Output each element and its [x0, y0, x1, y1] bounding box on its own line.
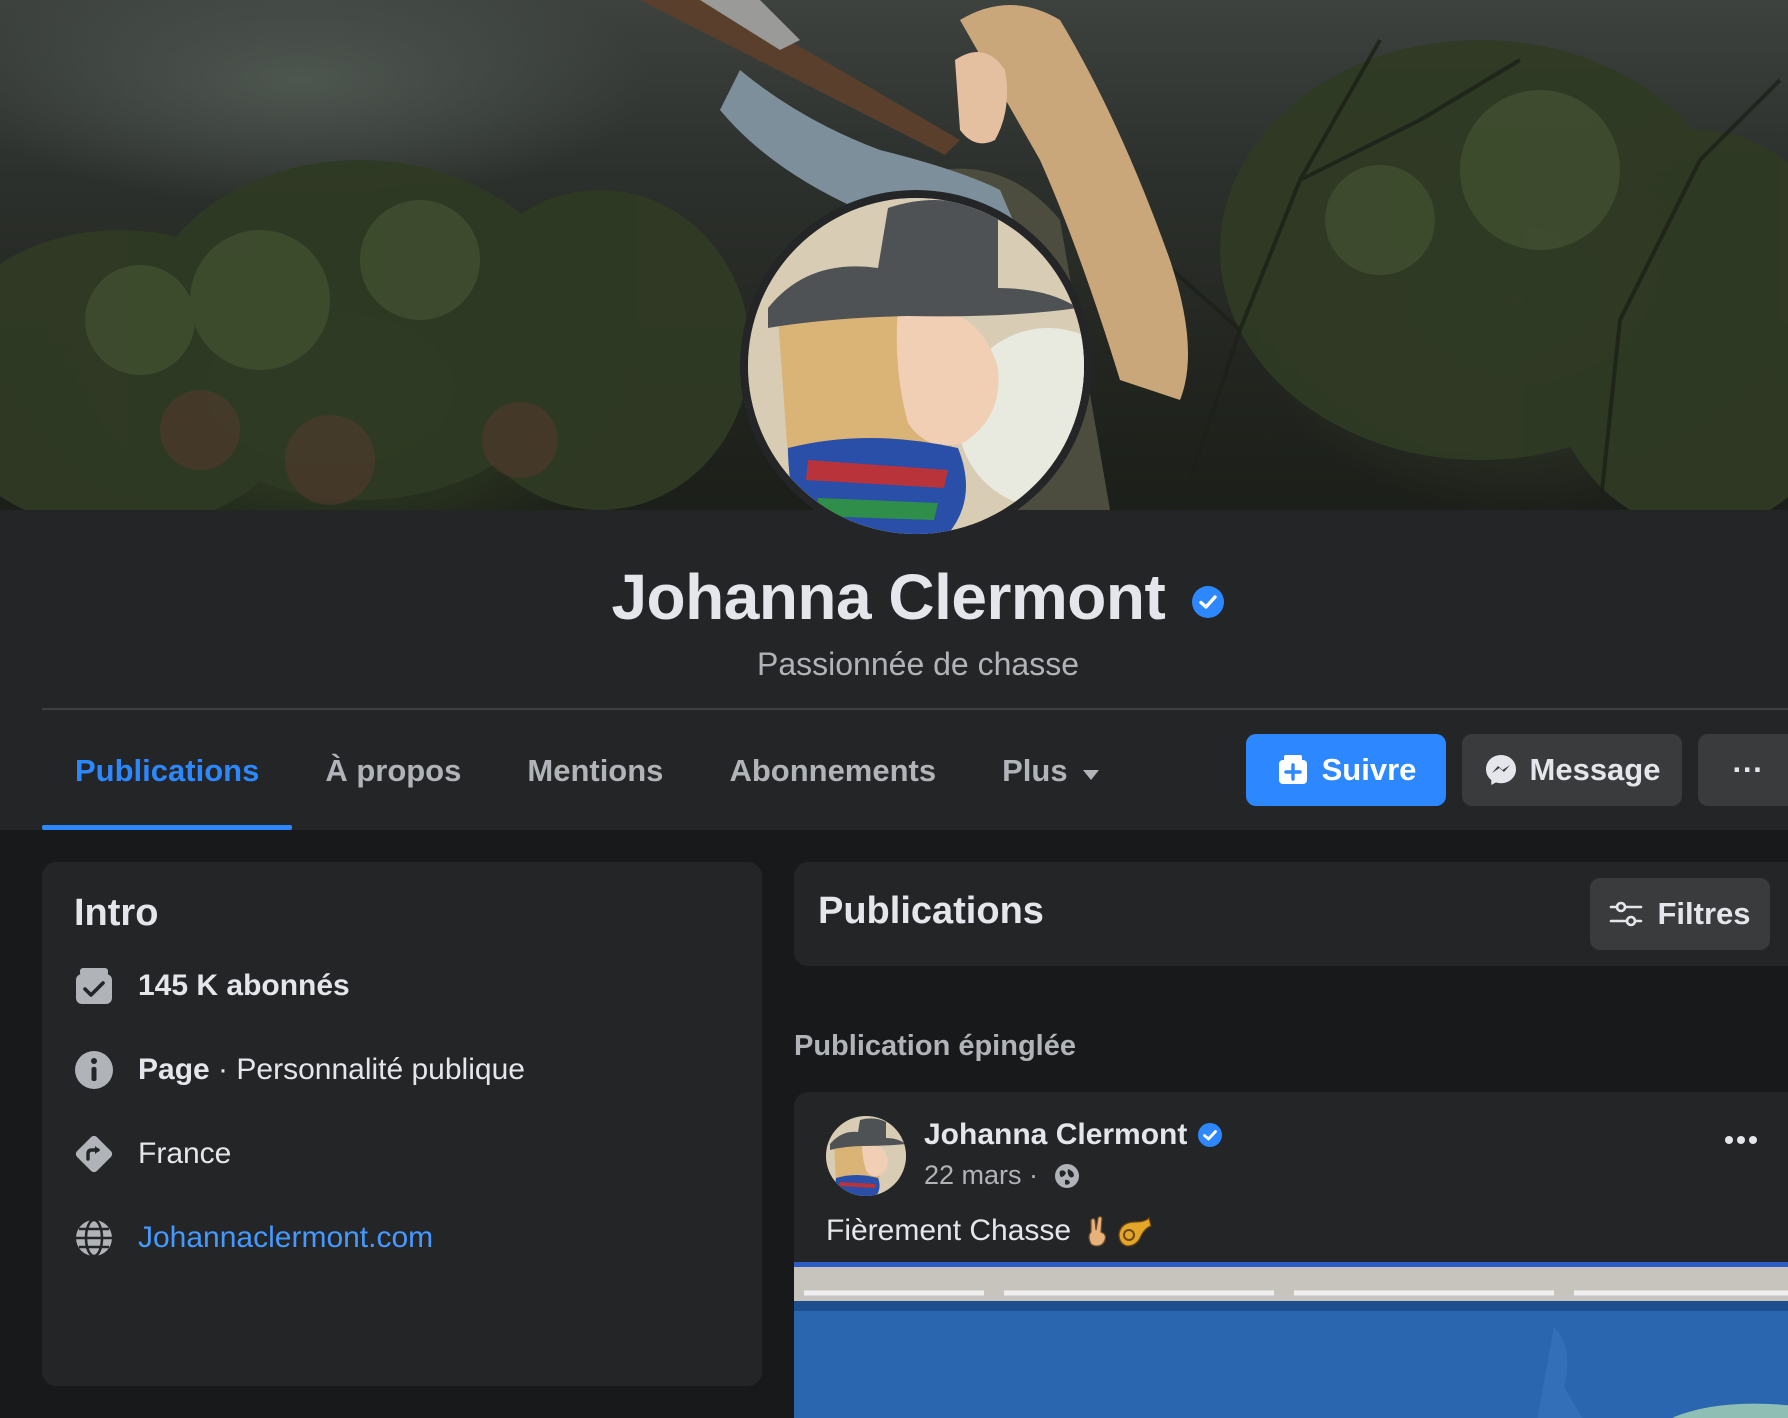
profile-picture[interactable] [740, 190, 1092, 542]
post-photo [794, 1267, 1788, 1418]
publications-header-card: Publications Filtres [794, 862, 1788, 966]
post-author-name: Johanna Clermont [924, 1118, 1188, 1151]
profile-name: Johanna Clermont [0, 560, 1788, 634]
post-meta: 22 mars · [924, 1160, 1080, 1191]
post-author[interactable]: Johanna Clermont [924, 1118, 1223, 1152]
page-category: Personnalité publique [236, 1053, 525, 1086]
post-emojis [1083, 1214, 1153, 1248]
verified-badge-icon [1197, 1122, 1223, 1148]
intro-card: Intro 145 K abonnés Page · Personnalité … [42, 862, 762, 1386]
message-button[interactable]: Message [1462, 734, 1682, 806]
messenger-icon [1484, 753, 1518, 787]
tab-mentions[interactable]: Mentions [494, 712, 696, 830]
tab-label: À propos [325, 753, 462, 788]
followers-check-icon [72, 964, 116, 1008]
follow-label: Suivre [1321, 752, 1417, 787]
more-options-label: ··· [1732, 752, 1764, 787]
sliders-icon [1609, 901, 1643, 927]
message-label: Message [1529, 752, 1661, 787]
tab-label: Plus [1002, 753, 1068, 788]
intro-title: Intro [74, 892, 159, 934]
header-divider [42, 708, 1788, 710]
post-text: Fièrement Chasse [826, 1214, 1153, 1248]
tab-a-propos[interactable]: À propos [292, 712, 494, 830]
profile-page: Johanna Clermont Passionnée de chasse Pu… [0, 0, 1788, 1418]
page-label: Page [138, 1053, 210, 1086]
location-text: France [138, 1137, 232, 1170]
pinned-post-card: Johanna Clermont 22 mars · Fièrement Cha… [794, 1092, 1788, 1418]
follow-plus-icon [1276, 753, 1310, 787]
post-date[interactable]: 22 mars [924, 1160, 1022, 1191]
filters-button[interactable]: Filtres [1590, 878, 1770, 950]
profile-picture-image [748, 198, 1084, 534]
tab-label: Abonnements [729, 753, 937, 788]
info-icon [72, 1048, 116, 1092]
page-separator: · [209, 1053, 237, 1086]
profile-tabs: Publications À propos Mentions Abonnemen… [42, 712, 1133, 830]
verified-badge-icon [1191, 560, 1225, 634]
intro-followers: 145 K abonnés [72, 964, 350, 1008]
post-text-content: Fièrement Chasse [826, 1214, 1072, 1247]
peace-and-horn-icon [1088, 1215, 1152, 1247]
post-author-portrait [826, 1116, 906, 1196]
post-image[interactable] [794, 1262, 1788, 1418]
tab-abonnements[interactable]: Abonnements [696, 712, 969, 830]
intro-location: France [72, 1132, 231, 1176]
caret-down-icon [1082, 753, 1100, 789]
tab-label: Publications [75, 753, 260, 788]
followers-count: 145 K abonnés [138, 969, 350, 1002]
intro-website: Johannaclermont.com [72, 1216, 433, 1260]
post-meta-separator: · [1021, 1160, 1046, 1190]
website-link[interactable]: Johannaclermont.com [138, 1221, 433, 1255]
profile-portrait [748, 198, 1084, 534]
globe-icon [72, 1216, 116, 1260]
follow-button[interactable]: Suivre [1246, 734, 1446, 806]
tab-label: Mentions [527, 753, 664, 788]
location-direction-icon [72, 1132, 116, 1176]
more-options-button[interactable]: ··· [1698, 734, 1788, 806]
pinned-post-label: Publication épinglée [794, 1030, 1076, 1062]
publications-title: Publications [818, 890, 1044, 932]
filters-label: Filtres [1657, 896, 1751, 931]
post-author-avatar[interactable] [826, 1116, 906, 1196]
intro-page-category: Page · Personnalité publique [72, 1048, 525, 1092]
tab-plus[interactable]: Plus [969, 712, 1132, 830]
post-options-icon[interactable] [1724, 1132, 1758, 1150]
tab-publications[interactable]: Publications [42, 712, 293, 830]
profile-name-text: Johanna Clermont [611, 561, 1166, 633]
profile-subtitle: Passionnée de chasse [757, 646, 1079, 682]
globe-icon [1054, 1163, 1080, 1189]
